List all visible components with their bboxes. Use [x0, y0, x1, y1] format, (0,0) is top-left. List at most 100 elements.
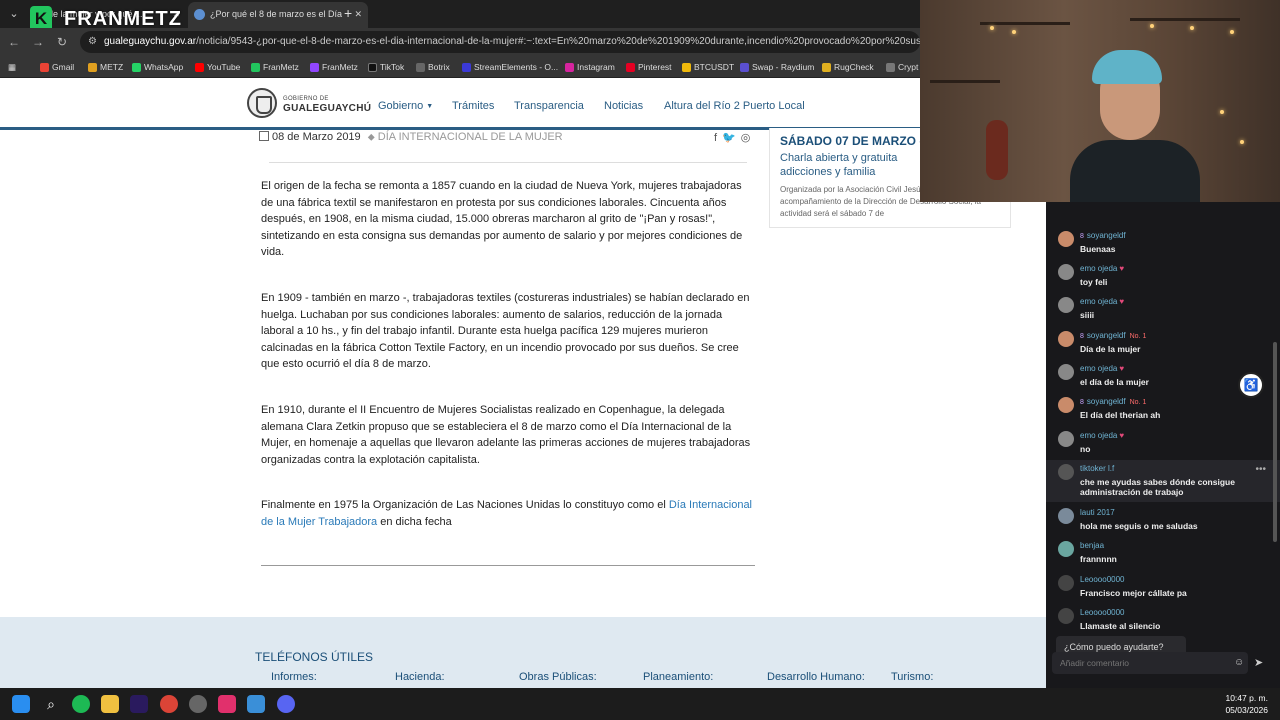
avatar: [1058, 364, 1074, 380]
nav-transparencia[interactable]: Transparencia: [514, 100, 584, 112]
chat-scrollbar[interactable]: [1273, 342, 1277, 542]
bookmark-metz[interactable]: METZ: [88, 59, 123, 75]
sub-badge: 8: [1080, 233, 1084, 240]
back-icon[interactable]: ←: [6, 34, 22, 50]
nav-altura-rio[interactable]: Altura del Río 2 Puerto Local: [664, 100, 805, 112]
tab-search-icon[interactable]: ⌄: [4, 4, 24, 24]
tab-2-active[interactable]: ¿Por qué el 8 de marzo es el Día ✕: [188, 2, 368, 28]
metz-icon: [88, 63, 97, 72]
avatar: [1058, 331, 1074, 347]
footer: TELÉFONOS ÚTILES Informes: Hacienda: Obr…: [0, 617, 1046, 688]
avatar: [1058, 397, 1074, 413]
windows-start-icon[interactable]: [12, 695, 30, 713]
bookmark-gmail[interactable]: Gmail: [40, 59, 74, 75]
whatsapp-share-icon[interactable]: ◎: [741, 132, 751, 144]
footer-col-turismo: Turismo:: [891, 671, 934, 683]
new-tab-icon[interactable]: +: [344, 4, 352, 22]
share-icons: f 🐦 ◎: [714, 131, 755, 144]
tab-favicon-icon: [194, 9, 205, 20]
nav-gobierno[interactable]: Gobierno ▼: [378, 100, 433, 112]
avatar: [1058, 431, 1074, 447]
forward-icon[interactable]: →: [30, 34, 46, 50]
site-header: GOBIERNO DE GUALEGUAYCHÚ Gobierno ▼ Trámi…: [0, 78, 1046, 130]
bookmark-botrix[interactable]: Botrix: [416, 59, 450, 75]
bookmark-pinterest[interactable]: Pinterest: [626, 59, 672, 75]
avatar: [1058, 464, 1074, 480]
chat-input[interactable]: [1052, 652, 1248, 674]
file-explorer-icon[interactable]: [101, 695, 119, 713]
sidebar-news-title: SÁBADO 07 DE MARZO -: [780, 134, 924, 148]
system-clock[interactable]: 10:47 p. m. 05/03/2026: [1225, 692, 1268, 716]
premiere-icon[interactable]: [130, 695, 148, 713]
calendar-icon: [259, 131, 269, 141]
heart-icon: ♥: [1119, 264, 1125, 273]
stream-chat: ••• 8 soyangeldf Buenaas emo ojeda ♥ toy f…: [1046, 202, 1280, 688]
webcam-overlay: [920, 0, 1280, 202]
nav-tramites[interactable]: Trámites: [452, 100, 494, 112]
gmail-icon: [40, 63, 49, 72]
bookmark-instagram[interactable]: Instagram: [565, 59, 615, 75]
accessibility-icon[interactable]: ♿: [1238, 372, 1264, 398]
site-info-icon[interactable]: ⚙: [88, 31, 97, 53]
city-seal-icon[interactable]: [247, 88, 277, 118]
bookmark-whatsapp[interactable]: WhatsApp: [132, 59, 183, 75]
avatar: [1058, 508, 1074, 524]
footer-col-hacienda: Hacienda:: [395, 671, 445, 683]
footer-col-obras: Obras Públicas:: [519, 671, 597, 683]
url-path: /noticia/9543-¿por-que-el-8-de-marzo-es-…: [196, 36, 920, 47]
url-field[interactable]: ⚙ gualeguaychu.gov.ar/noticia/9543-¿por-…: [80, 31, 920, 53]
bookmark-franmetz-1[interactable]: FranMetz: [251, 59, 299, 75]
chrome-icon[interactable]: [160, 695, 178, 713]
streamer-image: [1070, 140, 1200, 202]
sidebar-news-subtitle: Charla abierta y gratuita adicciones y f…: [780, 152, 898, 178]
footer-col-planeamiento: Planeamiento:: [643, 671, 714, 683]
avatar: [1058, 264, 1074, 280]
nav-noticias[interactable]: Noticias: [604, 100, 643, 112]
bookmark-youtube[interactable]: YouTube: [195, 59, 240, 75]
address-bar-row: ← → ↻ ⚙ gualeguaychu.gov.ar/noticia/9543…: [0, 28, 920, 56]
crypt-icon: [886, 63, 895, 72]
article-date: 08 de Marzo 2019: [272, 131, 361, 143]
twitter-icon[interactable]: 🐦: [722, 132, 736, 144]
avatar: [1058, 231, 1074, 247]
tab-2-label: ¿Por qué el 8 de marzo es el Día: [210, 9, 343, 19]
article-tag[interactable]: DÍA INTERNACIONAL DE LA MUJER: [378, 131, 563, 143]
spotify-icon[interactable]: [72, 695, 90, 713]
app-icon[interactable]: [218, 695, 236, 713]
divider: [269, 162, 747, 163]
emoji-icon[interactable]: ☺: [1234, 657, 1244, 668]
twitch-icon: [310, 63, 319, 72]
instagram-icon: [565, 63, 574, 72]
franmetz-icon: [251, 63, 260, 72]
divider: [261, 565, 755, 566]
send-icon[interactable]: ➤: [1254, 656, 1263, 669]
browser-tabstrip: ⌄ de la mujer y por qué ... ✕ ¿Por qué e…: [0, 0, 920, 32]
obs-icon[interactable]: [189, 695, 207, 713]
article-paragraph-3: En 1910, durante el II Encuentro de Muje…: [261, 404, 751, 466]
reload-icon[interactable]: ↻: [54, 34, 70, 50]
youtube-icon: [195, 63, 204, 72]
bookmark-crypt[interactable]: Crypt: [886, 59, 918, 75]
footer-title: TELÉFONOS ÚTILES: [255, 650, 374, 664]
more-options-icon[interactable]: •••: [1255, 464, 1266, 475]
avatar: [1058, 608, 1074, 624]
footer-col-informes: Informes:: [271, 671, 317, 683]
apps-icon[interactable]: ▦: [8, 59, 16, 75]
app-icon[interactable]: [247, 695, 265, 713]
bookmark-btcusdt[interactable]: BTCUSDT: [682, 59, 734, 75]
brand-small: GOBIERNO DE: [283, 96, 329, 102]
bookmark-rugcheck[interactable]: RugCheck: [822, 59, 874, 75]
facebook-icon[interactable]: f: [714, 132, 717, 144]
discord-icon[interactable]: [277, 695, 295, 713]
clock-date: 05/03/2026: [1225, 705, 1268, 715]
pinterest-icon: [626, 63, 635, 72]
bookmark-raydium[interactable]: Swap - Raydium: [740, 59, 814, 75]
close-icon[interactable]: ✕: [354, 2, 362, 26]
bookmark-streamelements[interactable]: StreamElements - O...: [462, 59, 558, 75]
bookmark-franmetz-2[interactable]: FranMetz: [310, 59, 358, 75]
avatar: [1058, 297, 1074, 313]
taskbar: ⌕ 10:47 p. m. 05/03/2026: [0, 688, 1280, 720]
brand-big[interactable]: GUALEGUAYCHÚ: [283, 103, 371, 114]
bookmark-tiktok[interactable]: TikTok: [368, 59, 404, 75]
search-icon[interactable]: ⌕: [42, 695, 60, 713]
